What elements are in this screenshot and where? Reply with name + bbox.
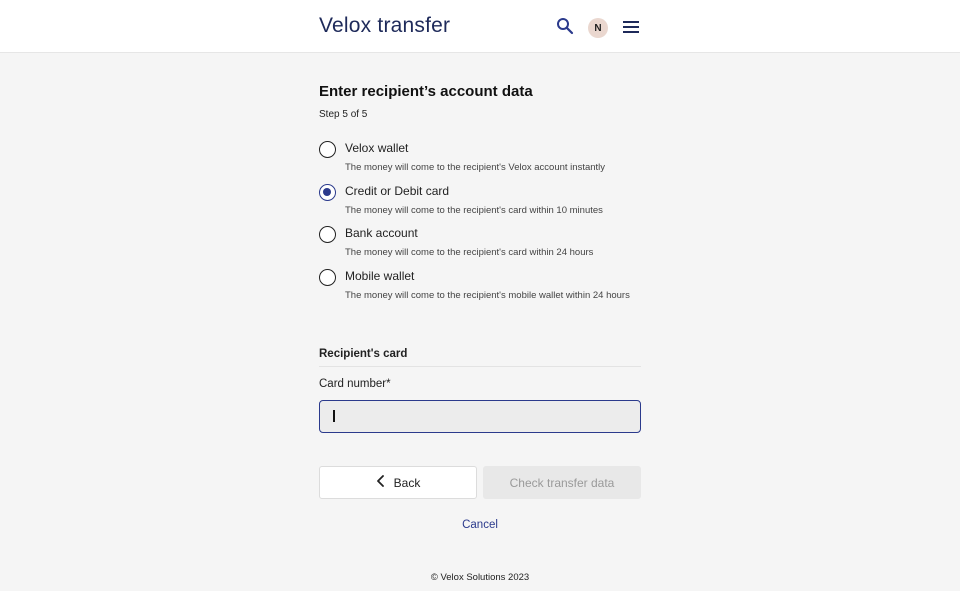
radio-card[interactable] bbox=[319, 184, 336, 201]
radio-velox-wallet[interactable] bbox=[319, 141, 336, 158]
option-description: The money will come to the recipient's c… bbox=[345, 205, 603, 216]
option-label: Bank account bbox=[345, 226, 418, 240]
radio-mobile-wallet[interactable] bbox=[319, 269, 336, 286]
top-bar: Velox transfer N bbox=[0, 0, 960, 53]
option-label: Mobile wallet bbox=[345, 269, 415, 283]
card-number-label: Card number* bbox=[319, 378, 391, 390]
page-title: Enter recipient’s account data bbox=[319, 83, 533, 100]
check-transfer-button[interactable]: Check transfer data bbox=[483, 466, 641, 499]
option-label: Velox wallet bbox=[345, 141, 409, 155]
option-description: The money will come to the recipient's c… bbox=[345, 247, 594, 258]
avatar[interactable]: N bbox=[588, 18, 608, 38]
back-label: Back bbox=[393, 475, 421, 490]
back-button[interactable]: Back bbox=[319, 466, 477, 499]
text-caret bbox=[333, 410, 335, 422]
option-description: The money will come to the recipient's V… bbox=[345, 162, 606, 173]
section-title: Recipient's card bbox=[319, 348, 641, 367]
step-indicator: Step 5 of 5 bbox=[319, 109, 368, 120]
logo-brand: Velox bbox=[319, 14, 372, 37]
search-icon[interactable] bbox=[556, 17, 574, 40]
option-description: The money will come to the recipient's m… bbox=[345, 290, 630, 301]
chevron-left-icon bbox=[376, 475, 386, 490]
logo[interactable]: Velox transfer bbox=[319, 14, 450, 38]
footer-copyright: © Velox Solutions 2023 bbox=[430, 572, 530, 583]
radio-bank-account[interactable] bbox=[319, 226, 336, 243]
option-label: Credit or Debit card bbox=[345, 184, 450, 198]
card-number-input[interactable] bbox=[319, 400, 641, 433]
logo-suffix: transfer bbox=[371, 14, 451, 37]
menu-icon[interactable] bbox=[622, 20, 640, 39]
cancel-link[interactable]: Cancel bbox=[319, 519, 641, 531]
